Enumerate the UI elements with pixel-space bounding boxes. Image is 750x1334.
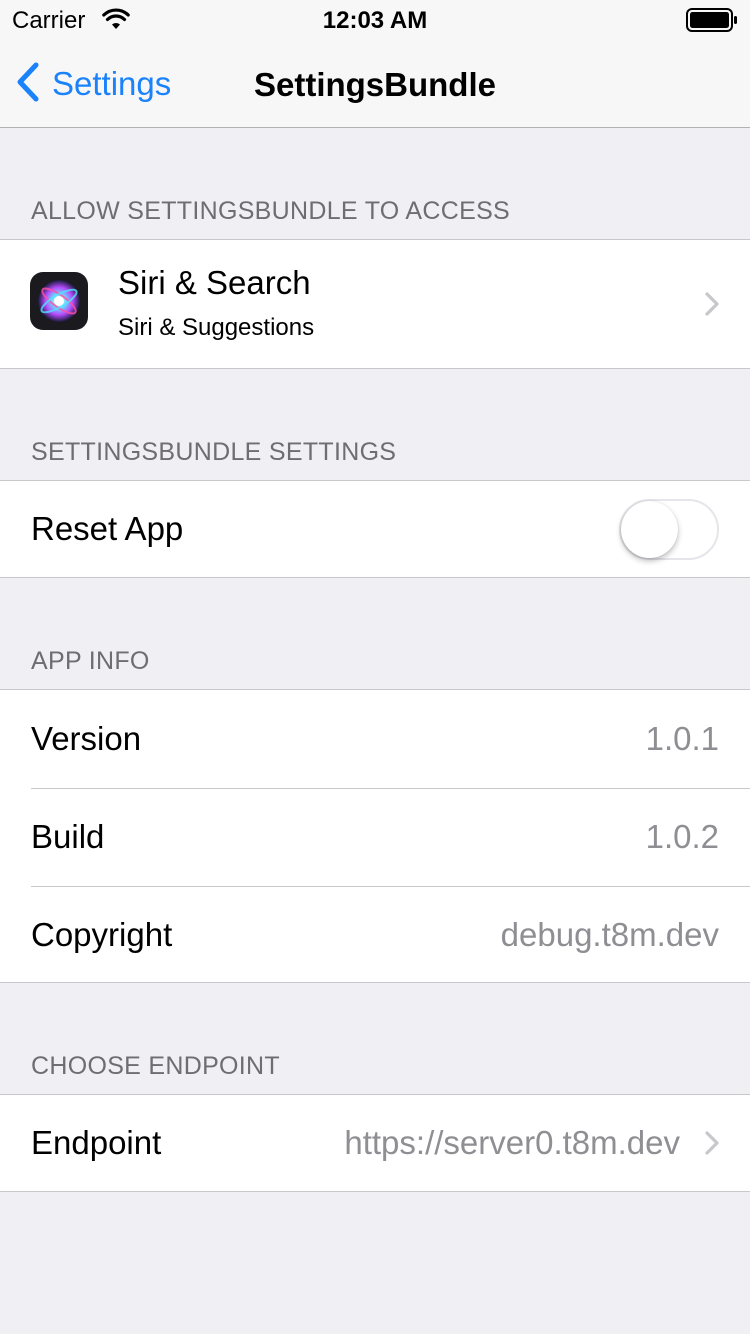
siri-search-subtitle: Siri & Suggestions — [118, 314, 315, 341]
settings-group: Reset App — [0, 480, 750, 578]
version-value: 1.0.1 — [645, 720, 719, 757]
endpoint-value: https://server0.t8m.dev — [344, 1124, 680, 1161]
navigation-bar: Settings SettingsBundle — [0, 40, 750, 128]
endpoint-row[interactable]: Endpoint https://server0.t8m.dev — [0, 1095, 750, 1191]
status-time: 12:03 AM — [322, 7, 428, 34]
build-label: Build — [31, 818, 105, 855]
page-title: SettingsBundle — [253, 66, 496, 103]
build-row: Build 1.0.2 — [0, 788, 750, 886]
chevron-right-icon — [704, 1130, 720, 1161]
reset-app-toggle[interactable] — [619, 499, 719, 560]
endpoint-group: Endpoint https://server0.t8m.dev — [0, 1094, 750, 1192]
chevron-right-icon — [704, 291, 720, 322]
reset-app-label: Reset App — [31, 510, 184, 547]
version-label: Version — [31, 720, 142, 757]
section-header-app-info: APP INFO — [31, 647, 150, 675]
copyright-label: Copyright — [31, 916, 173, 953]
status-bar: Carrier 12:03 AM — [0, 0, 750, 40]
reset-app-row: Reset App — [0, 481, 750, 577]
copyright-value: debug.t8m.dev — [500, 916, 719, 953]
section-header-access: ALLOW SETTINGSBUNDLE TO ACCESS — [31, 197, 511, 225]
version-row: Version 1.0.1 — [0, 690, 750, 788]
siri-search-title: Siri & Search — [118, 264, 311, 301]
battery-icon — [686, 8, 738, 37]
section-header-endpoint: CHOOSE ENDPOINT — [31, 1052, 280, 1080]
toggle-knob — [621, 501, 678, 558]
section-header-settings: SETTINGSBUNDLE SETTINGS — [31, 438, 397, 466]
siri-icon — [30, 272, 88, 330]
siri-search-row[interactable]: Siri & Search Siri & Suggestions — [0, 240, 750, 368]
app-info-group: Version 1.0.1 Build 1.0.2 Copyright debu… — [0, 689, 750, 983]
build-value: 1.0.2 — [645, 818, 719, 855]
endpoint-label: Endpoint — [31, 1124, 162, 1161]
access-group: Siri & Search Siri & Suggestions — [0, 239, 750, 369]
copyright-row: Copyright debug.t8m.dev — [0, 886, 750, 984]
